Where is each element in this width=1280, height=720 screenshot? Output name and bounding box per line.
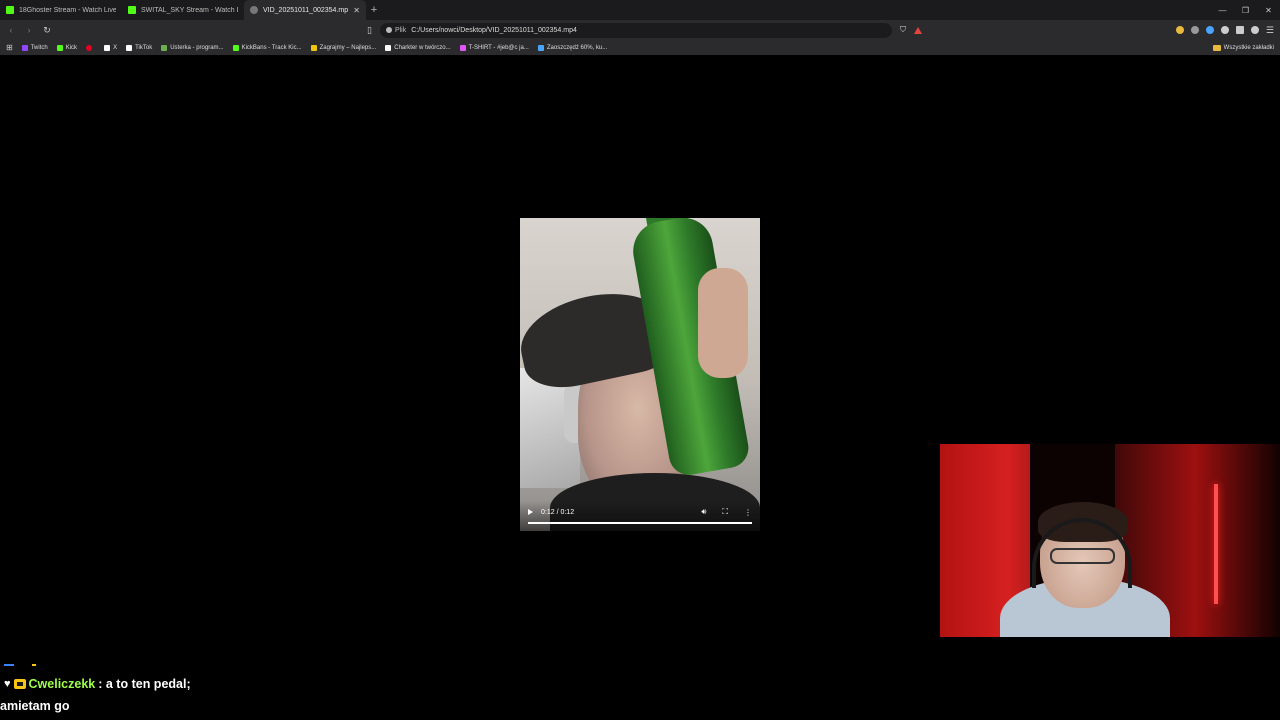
- chat-overlay: ♥ Cweliczekk : a to ten pedal; amietam g…: [0, 664, 400, 720]
- chat-username: Cweliczekk: [28, 677, 96, 691]
- tab-title: VID_20251011_002354.mp4: [263, 6, 349, 14]
- bookmark-item[interactable]: Zaoszczędź 60%, ku...: [537, 44, 608, 51]
- close-tab-icon[interactable]: ✕: [353, 6, 360, 15]
- heart-icon: ♥: [4, 678, 11, 690]
- volume-icon[interactable]: 🔊︎: [701, 507, 706, 517]
- chat-message-continuation: amietam go: [0, 699, 70, 713]
- file-icon: [250, 6, 258, 14]
- new-tab-button[interactable]: +: [366, 0, 382, 20]
- bookmark-item[interactable]: KickBans - Track Kic...: [232, 44, 302, 51]
- chat-message: ♥ Cweliczekk : a to ten pedal;: [4, 676, 191, 692]
- site-icon: [161, 44, 168, 51]
- bookmark-label: Zagrajmy – Najleps...: [319, 44, 377, 51]
- tiktok-icon: [126, 44, 133, 51]
- sidebar-icon[interactable]: [1235, 26, 1244, 34]
- reload-icon[interactable]: ↻: [42, 25, 52, 36]
- video-progress-bar[interactable]: [528, 522, 752, 524]
- checkmark-icon: [537, 44, 544, 51]
- bookmark-label: Kick: [65, 44, 78, 51]
- x-icon: [104, 44, 111, 51]
- kick-icon: [6, 6, 14, 14]
- extensions-area: ☰: [1175, 25, 1274, 36]
- twitch-icon: [21, 44, 28, 51]
- tab-18ghoster[interactable]: 18Ghoster Stream - Watch Live on Ki: [0, 0, 122, 20]
- more-options-icon[interactable]: ⋮: [744, 508, 752, 517]
- menu-icon[interactable]: ☰: [1266, 25, 1274, 36]
- pinterest-icon: [86, 44, 93, 51]
- site-icon: [310, 44, 317, 51]
- bookmark-item[interactable]: Twitch: [21, 44, 48, 51]
- minimize-icon[interactable]: —: [1211, 6, 1234, 15]
- bookmark-item[interactable]: T-SHIRT - #jeb@c ja...: [459, 44, 529, 51]
- tab-strip: 18Ghoster Stream - Watch Live on Ki SWIT…: [0, 0, 1280, 20]
- info-icon: [385, 27, 392, 33]
- brave-shield-icon[interactable]: ⛉: [900, 25, 906, 35]
- url-text: C:/Users/nowci/Desktop/VID_20251011_0023…: [411, 26, 577, 34]
- bookmark-label: Zaoszczędź 60%, ku...: [546, 44, 608, 51]
- bookmark-item[interactable]: Kick: [56, 44, 78, 51]
- extension-icon[interactable]: [1205, 26, 1214, 34]
- video-player[interactable]: 0:12 / 0:12 🔊︎ ⛶ ⋮: [520, 218, 760, 531]
- play-icon[interactable]: [528, 509, 533, 515]
- bookmark-label: Twitch: [30, 44, 48, 51]
- brave-rewards-icon[interactable]: [913, 26, 922, 34]
- folder-icon: [1212, 44, 1221, 51]
- browser-toolbar: ‹ › ↻ ▯ Plik C:/Users/nowci/Desktop/VID_…: [0, 20, 1280, 40]
- bookmark-item[interactable]: Zagrajmy – Najleps...: [310, 44, 377, 51]
- close-window-icon[interactable]: ✕: [1257, 6, 1280, 15]
- site-label: Plik: [394, 26, 407, 34]
- extension-icon[interactable]: [1175, 26, 1184, 34]
- kick-icon: [232, 44, 239, 51]
- back-icon[interactable]: ‹: [6, 25, 16, 35]
- bookmark-item[interactable]: X: [104, 44, 118, 51]
- kick-icon: [56, 44, 63, 51]
- bookmark-label: TikTok: [135, 44, 153, 51]
- chat-text: : a to ten pedal;: [98, 677, 191, 691]
- bookmark-item[interactable]: [86, 44, 95, 51]
- window-controls: — ❐ ✕: [1211, 0, 1280, 20]
- bookmark-item[interactable]: TikTok: [126, 44, 153, 51]
- video-progress-fill: [528, 522, 752, 524]
- kick-icon: [128, 6, 136, 14]
- site-info[interactable]: Plik: [385, 26, 407, 34]
- bookmarks-bar: ⊞ Twitch Kick X TikTok Usterka - program…: [0, 40, 1280, 55]
- music-icon[interactable]: [1250, 26, 1259, 34]
- fullscreen-icon[interactable]: ⛶: [722, 507, 728, 517]
- bookmark-item[interactable]: Charkter w twórczo...: [385, 44, 451, 51]
- bookmark-label: Charkter w twórczo...: [394, 44, 451, 51]
- tab-title: 18Ghoster Stream - Watch Live on Ki: [19, 6, 116, 14]
- apps-grid-icon[interactable]: ⊞: [6, 43, 13, 52]
- crown-badge-icon: [13, 679, 26, 689]
- site-icon: [459, 44, 466, 51]
- chat-badges-strip: [4, 664, 40, 666]
- video-time: 0:12 / 0:12: [541, 508, 575, 516]
- tab-swital-sky[interactable]: SWITAL_SKY Stream - Watch Live on: [122, 0, 244, 20]
- video-controls: 0:12 / 0:12 🔊︎ ⛶ ⋮: [520, 501, 760, 531]
- tiktok-icon: [385, 44, 392, 51]
- bookmark-label: KickBans - Track Kic...: [241, 44, 302, 51]
- restore-icon[interactable]: ❐: [1234, 6, 1257, 15]
- bookmark-label: T-SHIRT - #jeb@c ja...: [468, 44, 529, 51]
- tab-video-file[interactable]: VID_20251011_002354.mp4 ✕: [244, 0, 366, 20]
- bookmark-icon[interactable]: ▯: [367, 25, 372, 36]
- bookmark-item[interactable]: Usterka - program...: [161, 44, 224, 51]
- streamer-webcam: [940, 444, 1280, 637]
- puzzle-icon[interactable]: [1220, 26, 1229, 34]
- all-bookmarks-label: Wszystkie zakładki: [1223, 44, 1274, 51]
- forward-icon[interactable]: ›: [24, 25, 34, 35]
- extension-icon[interactable]: [1190, 26, 1199, 34]
- all-bookmarks-folder[interactable]: Wszystkie zakładki: [1212, 44, 1274, 51]
- tab-title: SWITAL_SKY Stream - Watch Live on: [141, 6, 238, 14]
- bookmark-label: Usterka - program...: [170, 44, 224, 51]
- bookmark-label: X: [113, 44, 118, 51]
- address-bar[interactable]: Plik C:/Users/nowci/Desktop/VID_20251011…: [379, 22, 892, 38]
